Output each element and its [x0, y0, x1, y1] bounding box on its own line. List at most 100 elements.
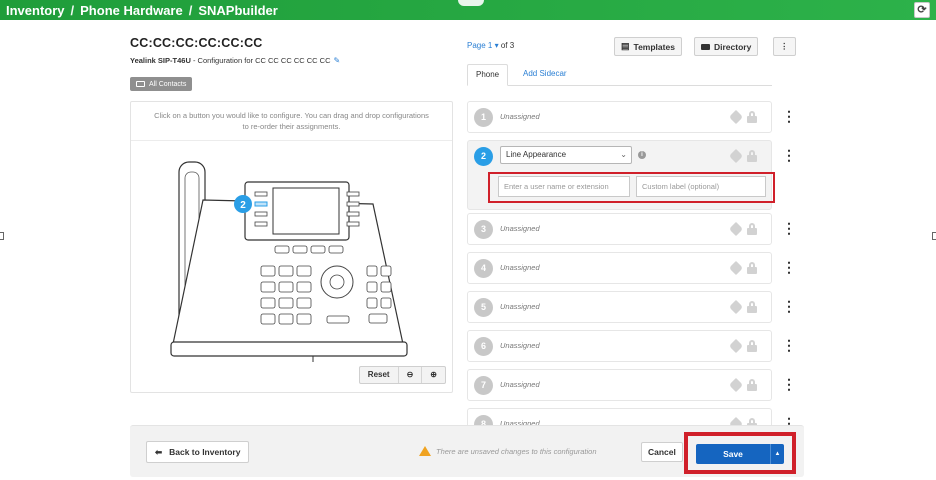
back-arrow-icon: ⬅ — [155, 446, 163, 457]
tag-icon[interactable] — [728, 148, 744, 164]
slot-menu-icon[interactable]: ⋮ — [782, 297, 796, 315]
key-slot[interactable]: 1 Unassigned — [467, 101, 772, 133]
slot-menu-icon[interactable]: ⋮ — [782, 107, 796, 125]
key-slot-active[interactable]: 2 Line Appearance ⌄ i Enter a user name … — [467, 140, 775, 210]
save-button[interactable]: Save — [696, 444, 770, 464]
custom-label-input[interactable]: Custom label (optional) — [636, 176, 766, 197]
zoom-in-icon: ⊕ — [430, 370, 437, 379]
device-subtitle: Yealink SIP-T46U - Configuration for CC … — [130, 56, 340, 65]
tag-icon[interactable] — [728, 109, 744, 125]
caret-up-icon[interactable]: ▲ — [770, 444, 784, 464]
slot-number: 2 — [474, 147, 493, 166]
info-icon[interactable]: i — [638, 151, 646, 159]
key-slot[interactable]: 3 Unassigned — [467, 213, 772, 245]
templates-label: Templates — [633, 41, 675, 52]
resize-handle-left[interactable] — [0, 232, 4, 240]
contact-card-icon — [701, 43, 710, 50]
user-extension-input[interactable]: Enter a user name or extension — [498, 176, 630, 197]
tag-icon[interactable] — [728, 299, 744, 315]
chevron-down-icon: ⌄ — [620, 150, 627, 159]
breadcrumb-inventory[interactable]: Inventory — [6, 3, 65, 18]
slot-number: 3 — [474, 220, 493, 239]
slot-menu-icon[interactable]: ⋮ — [782, 219, 796, 237]
unsaved-warning: There are unsaved changes to this config… — [419, 446, 597, 456]
slot-menu-icon[interactable]: ⋮ — [782, 258, 796, 276]
back-to-inventory-button[interactable]: ⬅ Back to Inventory — [146, 441, 250, 463]
zoom-out-button[interactable]: ⊖ — [399, 367, 423, 383]
breadcrumb-separator: / — [70, 2, 75, 18]
contact-card-icon — [136, 81, 145, 87]
slot-label: Unassigned — [500, 380, 540, 389]
template-icon: ▤ — [621, 41, 630, 51]
lock-icon[interactable] — [747, 379, 757, 391]
lock-icon[interactable] — [747, 262, 757, 274]
slot-label: Unassigned — [500, 112, 540, 121]
slot-menu-icon[interactable]: ⋮ — [782, 146, 796, 164]
tag-icon[interactable] — [728, 260, 744, 276]
directory-button[interactable]: Directory — [694, 37, 759, 56]
tag-icon[interactable] — [728, 221, 744, 237]
directory-label: Directory — [714, 41, 752, 52]
slot-menu-icon[interactable]: ⋮ — [782, 375, 796, 393]
slot-menu-icon[interactable]: ⋮ — [782, 336, 796, 354]
slot-label: Unassigned — [500, 302, 540, 311]
more-label: ⋮ — [780, 41, 789, 51]
page-current: Page 1 — [467, 41, 493, 50]
save-highlight-box: Save ▲ — [684, 432, 796, 474]
slot-type-select[interactable]: Line Appearance ⌄ — [500, 146, 632, 164]
zoom-controls: Reset ⊖ ⊕ — [358, 366, 446, 384]
tab-phone[interactable]: Phone — [467, 64, 509, 86]
slot-number: 7 — [474, 376, 493, 395]
tag-icon[interactable] — [728, 377, 744, 393]
key-slot[interactable]: 5 Unassigned — [467, 291, 772, 323]
collapse-tab[interactable] — [458, 0, 484, 6]
tag-icon[interactable] — [728, 338, 744, 354]
device-config-label: - Configuration for CC CC CC CC CC CC — [190, 56, 331, 65]
refresh-icon: ⟳ — [917, 4, 927, 16]
tab-add-sidecar[interactable]: Add Sidecar — [515, 64, 575, 86]
back-label: Back to Inventory — [169, 447, 241, 457]
warning-icon — [419, 446, 431, 456]
more-options-button[interactable]: ⋮ — [773, 37, 796, 56]
breadcrumb-snapbuilder: SNAPbuilder — [198, 2, 278, 18]
zoom-in-button[interactable]: ⊕ — [422, 367, 445, 383]
device-mac-title: CC:CC:CC:CC:CC:CC — [130, 36, 263, 50]
slot-label: Unassigned — [500, 263, 540, 272]
templates-button[interactable]: ▤ Templates — [614, 37, 682, 56]
slot-number: 5 — [474, 298, 493, 317]
zoom-out-icon: ⊖ — [406, 370, 414, 379]
page-selector[interactable]: Page 1 ▾ of 3 — [467, 41, 514, 50]
cancel-button[interactable]: Cancel — [641, 442, 683, 462]
lock-icon[interactable] — [747, 340, 757, 352]
slot-label: Unassigned — [500, 341, 540, 350]
tab-bar: Phone Add Sidecar — [467, 64, 772, 86]
all-contacts-label: All Contacts — [149, 80, 187, 88]
reset-zoom-button[interactable]: Reset — [360, 367, 399, 383]
page-total: of 3 — [500, 41, 515, 50]
key-slot[interactable]: 6 Unassigned — [467, 330, 772, 362]
lock-icon[interactable] — [747, 301, 757, 313]
footer-action-bar: ⬅ Back to Inventory There are unsaved ch… — [130, 425, 804, 477]
key-slot[interactable]: 4 Unassigned — [467, 252, 772, 284]
divider — [131, 140, 452, 141]
instructions-text: Click on a button you would like to conf… — [154, 111, 429, 131]
pencil-icon[interactable]: ✎ — [334, 56, 341, 65]
resize-handle-right[interactable] — [932, 232, 936, 240]
selected-key-badge[interactable]: 2 — [240, 200, 246, 211]
breadcrumb-phone-hardware[interactable]: Phone Hardware — [80, 3, 183, 18]
device-model: Yealink SIP-T46U — [130, 56, 191, 65]
slot-label: Unassigned — [500, 224, 540, 233]
lock-icon[interactable] — [747, 111, 757, 123]
phone-preview-panel: Click on a button you would like to conf… — [130, 101, 453, 393]
slot-type-value: Line Appearance — [506, 150, 567, 159]
slot-number: 4 — [474, 259, 493, 278]
breadcrumb-separator: / — [188, 2, 193, 18]
phone-illustration: 2 — [170, 161, 408, 362]
slot-number: 6 — [474, 337, 493, 356]
all-contacts-button[interactable]: All Contacts — [130, 77, 193, 91]
warning-text: There are unsaved changes to this config… — [436, 446, 597, 456]
key-slot[interactable]: 7 Unassigned — [467, 369, 772, 401]
lock-icon[interactable] — [747, 223, 757, 235]
refresh-button[interactable]: ⟳ — [914, 2, 930, 18]
lock-icon[interactable] — [747, 150, 757, 162]
